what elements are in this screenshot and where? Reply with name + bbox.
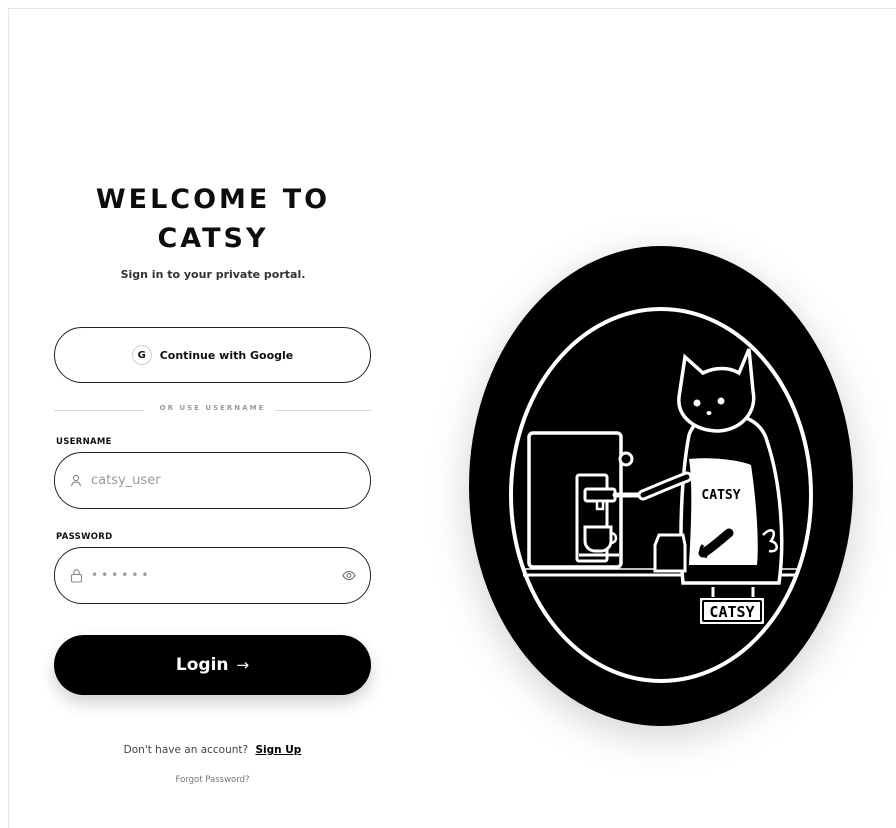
divider-line-right <box>275 410 371 411</box>
login-button-label: Login <box>175 655 229 675</box>
forgot-password-link[interactable]: Forgot Password? <box>54 775 371 785</box>
welcome-title-line2: CATSY <box>157 223 269 254</box>
apron-text: CATSY <box>701 488 740 503</box>
lock-icon <box>69 569 83 583</box>
password-label: PASSWORD <box>56 532 113 542</box>
password-field[interactable] <box>54 547 371 604</box>
or-divider: OR USE USERNAME <box>54 404 371 416</box>
login-button[interactable]: Login → <box>54 635 371 695</box>
username-field[interactable] <box>54 452 371 509</box>
signup-link[interactable]: Sign Up <box>255 744 301 756</box>
catsy-logo-illustration: CATSY CATSY <box>469 246 853 726</box>
username-input[interactable] <box>91 473 356 488</box>
google-icon: G <box>131 345 152 365</box>
username-label: USERNAME <box>56 437 112 447</box>
continue-with-google-button[interactable]: G Continue with Google <box>54 327 371 383</box>
password-input[interactable] <box>91 568 342 583</box>
welcome-title-line1: WELCOME TO <box>95 184 331 215</box>
catsy-logo: CATSY CATSY <box>467 245 855 727</box>
sign-text: CATSY <box>709 603 754 621</box>
user-icon <box>69 474 83 488</box>
arrow-right-icon: → <box>236 656 250 674</box>
signup-row: Don't have an account? Sign Up <box>54 744 371 756</box>
login-panel: WELCOME TO CATSY Sign in to your private… <box>54 9 372 828</box>
welcome-subtitle: Sign in to your private portal. <box>120 268 306 281</box>
eye-icon[interactable] <box>342 569 356 583</box>
login-page: WELCOME TO CATSY Sign in to your private… <box>8 8 896 828</box>
no-account-text: Don't have an account? <box>123 744 249 756</box>
google-button-label: Continue with Google <box>159 348 294 362</box>
